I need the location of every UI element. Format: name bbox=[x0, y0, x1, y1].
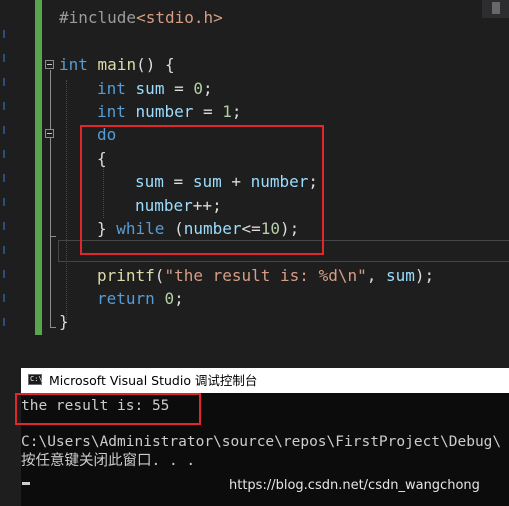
code-editor[interactable]: #include<stdio.h> int main() { int sum =… bbox=[0, 0, 509, 345]
console-path-line: C:\Users\Administrator\source\repos\Firs… bbox=[21, 434, 502, 450]
code-line-printf: printf("the result is: %d\n", sum); bbox=[97, 266, 435, 285]
fold-main-icon[interactable] bbox=[45, 60, 54, 69]
change-tracking-bar bbox=[35, 0, 42, 335]
code-line-main: int main() { bbox=[59, 55, 175, 74]
scrollbar-thumb[interactable] bbox=[492, 2, 500, 14]
fold-main-end bbox=[50, 327, 56, 328]
console-title-bar[interactable]: C:\ Microsoft Visual Studio 调试控制台 bbox=[21, 368, 509, 393]
watermark-text: https://blog.csdn.net/csdn_wangchong bbox=[229, 478, 480, 493]
code-line-close-brace: } bbox=[59, 312, 69, 331]
code-line-return: return 0; bbox=[97, 289, 184, 308]
code-line-include: #include<stdio.h> bbox=[59, 8, 223, 27]
fold-do-line bbox=[50, 139, 51, 236]
do-while-highlight-box bbox=[80, 125, 324, 255]
console-app-icon: C:\ bbox=[28, 374, 43, 385]
output-highlight-box bbox=[15, 393, 201, 425]
fold-do-end bbox=[50, 236, 56, 237]
fold-do-icon[interactable] bbox=[45, 129, 54, 138]
editor-scrollbar[interactable] bbox=[482, 0, 509, 18]
console-window-title: Microsoft Visual Studio 调试控制台 bbox=[49, 373, 258, 388]
console-press-key-line: 按任意键关闭此窗口. . . bbox=[21, 453, 196, 469]
code-line-number-decl: int number = 1; bbox=[97, 102, 242, 121]
console-cursor bbox=[22, 482, 30, 485]
code-line-sum-decl: int sum = 0; bbox=[97, 79, 213, 98]
indent-guide bbox=[66, 80, 67, 320]
